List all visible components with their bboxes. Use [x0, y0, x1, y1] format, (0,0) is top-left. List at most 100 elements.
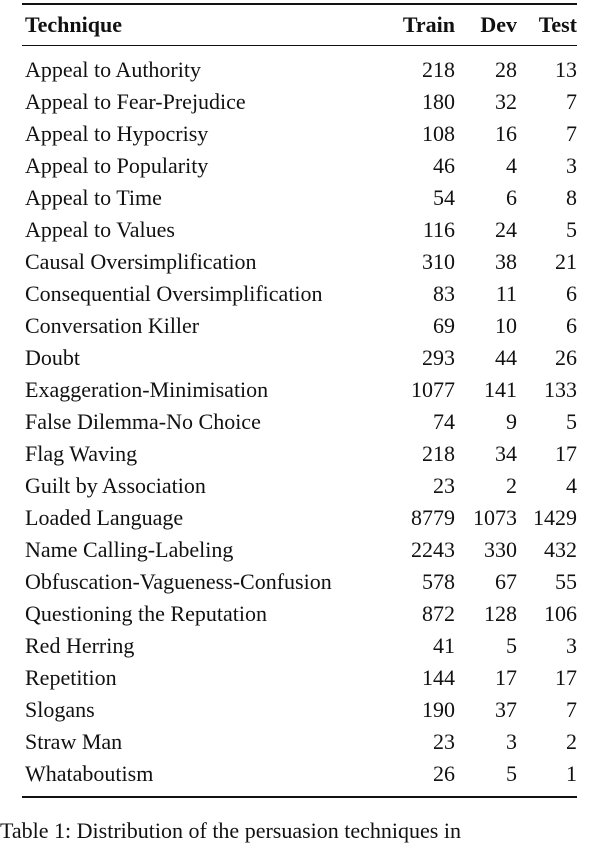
- cell-test: 133: [544, 377, 577, 402]
- cell-technique: Questioning the Reputation: [25, 601, 267, 626]
- cell-test: 17: [555, 441, 577, 466]
- table-row: Name Calling-Labeling 2243 330 432: [22, 534, 577, 566]
- cell-train: 69: [433, 313, 455, 338]
- cell-technique: Appeal to Values: [25, 217, 175, 242]
- cell-train: 26: [433, 761, 455, 786]
- table-row: Questioning the Reputation 872 128 106: [22, 598, 577, 630]
- cell-test: 1: [566, 761, 577, 786]
- cell-train: 116: [422, 217, 455, 242]
- table-row: Guilt by Association 23 2 4: [22, 470, 577, 502]
- cell-dev: 330: [484, 537, 517, 562]
- cell-test: 3: [566, 153, 577, 178]
- cell-test: 4: [566, 473, 577, 498]
- cell-technique: Conversation Killer: [25, 313, 200, 338]
- cell-test: 26: [555, 345, 577, 370]
- cell-test: 21: [555, 249, 577, 274]
- cell-dev: 10: [495, 313, 517, 338]
- cell-train: 190: [422, 697, 455, 722]
- cell-technique: Exaggeration-Minimisation: [25, 377, 269, 402]
- table-row: Red Herring 41 5 3: [22, 630, 577, 662]
- table-row: Loaded Language 8779 1073 1429: [22, 502, 577, 534]
- cell-test: 17: [555, 665, 577, 690]
- cell-dev: 6: [506, 185, 517, 210]
- cell-test: 8: [566, 185, 577, 210]
- cell-train: 180: [422, 89, 455, 114]
- cell-dev: 128: [484, 601, 517, 626]
- cell-technique: Consequential Oversimplification: [25, 281, 323, 306]
- table-row: Flag Waving 218 34 17: [22, 438, 577, 470]
- cell-technique: Guilt by Association: [25, 473, 206, 498]
- cell-dev: 2: [506, 473, 517, 498]
- cell-test: 106: [544, 601, 577, 626]
- cell-train: 74: [433, 409, 455, 434]
- table-row: Doubt 293 44 26: [22, 342, 577, 374]
- header-train: Train: [402, 12, 455, 37]
- cell-test: 13: [555, 57, 577, 82]
- cell-technique: False Dilemma-No Choice: [25, 409, 261, 434]
- header-dev: Dev: [480, 12, 517, 37]
- cell-dev: 24: [495, 217, 517, 242]
- cell-technique: Causal Oversimplification: [25, 249, 257, 274]
- cell-dev: 16: [495, 121, 517, 146]
- table-row: Exaggeration-Minimisation 1077 141 133: [22, 374, 577, 406]
- cell-technique: Appeal to Popularity: [25, 153, 209, 178]
- cell-train: 872: [422, 601, 455, 626]
- cell-train: 218: [422, 57, 455, 82]
- cell-dev: 67: [495, 569, 517, 594]
- cell-train: 310: [422, 249, 455, 274]
- cell-test: 7: [566, 697, 577, 722]
- cell-technique: Appeal to Time: [25, 185, 162, 210]
- cell-dev: 34: [495, 441, 517, 466]
- cell-dev: 3: [506, 729, 517, 754]
- cell-train: 1077: [411, 377, 455, 402]
- cell-technique: Obfuscation-Vagueness-Confusion: [25, 569, 332, 594]
- cell-technique: Red Herring: [25, 633, 135, 658]
- table-row: Appeal to Hypocrisy 108 16 7: [22, 118, 577, 150]
- cell-dev: 28: [495, 57, 517, 82]
- table-row: Obfuscation-Vagueness-Confusion 578 67 55: [22, 566, 577, 598]
- cell-dev: 17: [495, 665, 517, 690]
- cell-dev: 5: [506, 633, 517, 658]
- bottom-rule: [22, 796, 577, 798]
- cell-train: 108: [422, 121, 455, 146]
- cell-dev: 32: [495, 89, 517, 114]
- cell-test: 55: [555, 569, 577, 594]
- table-row: Appeal to Time 54 6 8: [22, 182, 577, 214]
- top-rule: [22, 3, 577, 5]
- cell-dev: 11: [495, 281, 517, 306]
- cell-test: 3: [566, 633, 577, 658]
- techniques-table: Technique Train Dev Test Appeal to Autho…: [22, 6, 577, 790]
- cell-train: 8779: [411, 505, 455, 530]
- cell-train: 54: [433, 185, 455, 210]
- cell-technique: Appeal to Fear-Prejudice: [25, 89, 246, 114]
- table-row: Whataboutism 26 5 1: [22, 758, 577, 790]
- cell-test: 6: [566, 281, 577, 306]
- header-technique: Technique: [25, 12, 123, 37]
- cell-train: 218: [422, 441, 455, 466]
- cell-test: 6: [566, 313, 577, 338]
- table-row: Appeal to Values 116 24 5: [22, 214, 577, 246]
- table-row: Conversation Killer 69 10 6: [22, 310, 577, 342]
- cell-train: 83: [433, 281, 455, 306]
- cell-technique: Appeal to Hypocrisy: [25, 121, 209, 146]
- cell-test: 7: [566, 89, 577, 114]
- cell-test: 2: [566, 729, 577, 754]
- cell-train: 2243: [411, 537, 455, 562]
- table-row: Straw Man 23 3 2: [22, 726, 577, 758]
- cell-dev: 1073: [473, 505, 517, 530]
- cell-train: 41: [433, 633, 455, 658]
- cell-test: 5: [566, 409, 577, 434]
- cell-technique: Slogans: [25, 697, 95, 722]
- cell-dev: 44: [495, 345, 517, 370]
- table-row: Repetition 144 17 17: [22, 662, 577, 694]
- table-row: Causal Oversimplification 310 38 21: [22, 246, 577, 278]
- header-test: Test: [538, 12, 577, 37]
- cell-technique: Doubt: [25, 345, 80, 370]
- cell-train: 23: [433, 473, 455, 498]
- cell-test: 432: [544, 537, 577, 562]
- cell-dev: 9: [506, 409, 517, 434]
- cell-test: 1429: [533, 505, 577, 530]
- cell-train: 46: [433, 153, 455, 178]
- cell-train: 293: [422, 345, 455, 370]
- cell-dev: 37: [495, 697, 517, 722]
